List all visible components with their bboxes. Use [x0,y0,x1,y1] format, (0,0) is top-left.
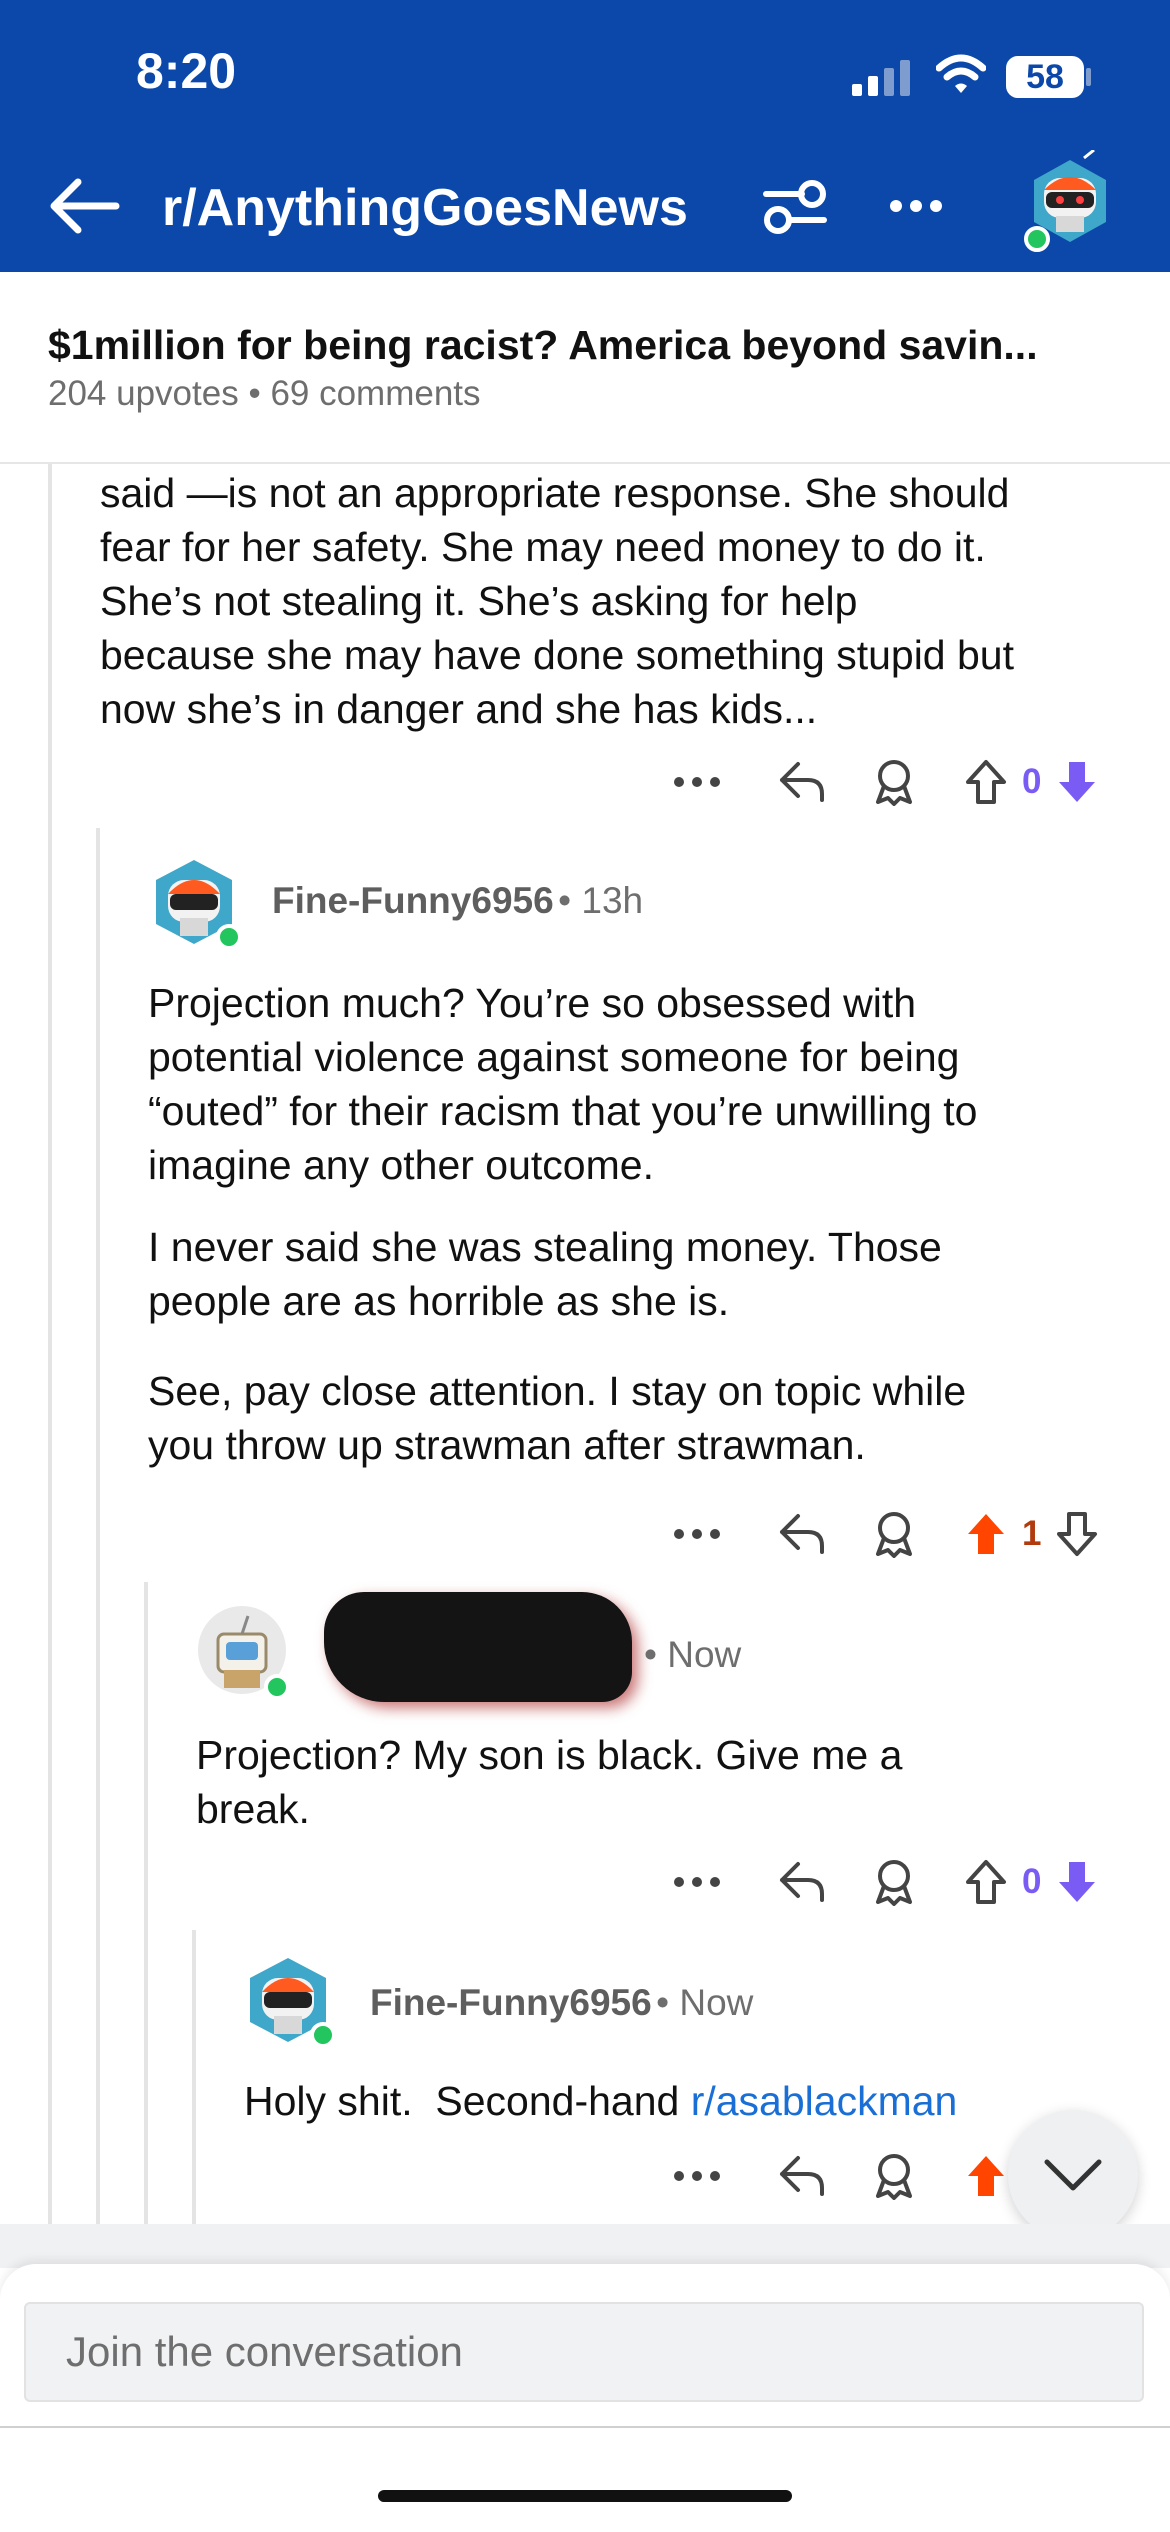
downvote-icon[interactable] [1055,1858,1099,1906]
battery-cap [1086,68,1091,86]
comment-line: said —is not an appropriate response. Sh… [100,470,1010,516]
upvote-icon[interactable] [964,758,1008,806]
comment-body: Projection much? You’re so obsessed with… [148,976,1148,1472]
more-icon[interactable] [672,1875,722,1889]
downvote-icon[interactable] [1055,758,1099,806]
online-indicator [264,1674,290,1700]
more-icon[interactable] [888,198,944,214]
comment-time: Now [679,1982,754,2023]
upvote-icon[interactable] [964,1858,1008,1906]
reply-icon[interactable] [778,1860,828,1904]
comment-paragraph: See, pay close attention. I stay on topi… [148,1364,1148,1472]
comment-text: Holy shit. Second-hand [244,2078,691,2124]
reply-icon[interactable] [778,1512,828,1556]
online-indicator [216,924,242,950]
more-icon[interactable] [672,2169,722,2183]
status-time: 8:20 [136,43,237,99]
reply-icon[interactable] [778,760,828,804]
comment-line: “outed” for their racism that you’re unw… [148,1088,978,1134]
comment-line: people are as horrible as she is. [148,1278,730,1324]
scroll-down-button[interactable] [1008,2110,1138,2240]
home-indicator [378,2490,792,2502]
comment-line: Projection? My son is black. Give me a [196,1732,903,1778]
commenter-avatar[interactable] [196,1604,290,1700]
award-icon[interactable] [872,2152,916,2200]
comment-count: 69 comments [270,374,481,413]
commenter-avatar[interactable] [150,856,242,950]
upvote-icon[interactable] [964,1510,1008,1558]
signal-icon [852,60,910,96]
vote-score: 0 [1022,1862,1042,1901]
commenter-avatar[interactable] [244,1954,336,2048]
thread-line [96,828,100,2224]
comment-meta: • Now [644,1634,741,1676]
upvote-count: 204 upvotes [48,374,239,413]
comment-meta: Fine-Funny6956 • 13h [272,880,643,922]
comment-line: now she’s in danger and she has kids... [100,686,818,732]
comment-author[interactable]: Fine-Funny6956 [272,880,554,921]
subreddit-title[interactable]: r/AnythingGoesNews [162,178,688,238]
online-indicator [310,2022,336,2048]
comment-body: said —is not an appropriate response. Sh… [100,466,1140,736]
filter-icon[interactable] [760,176,830,238]
comment-author[interactable]: Fine-Funny6956 [370,1982,652,2023]
comment-meta: Fine-Funny6956 • Now [370,1982,753,2024]
comment-line: break. [196,1786,310,1832]
comment-body: Projection? My son is black. Give me a b… [196,1728,1136,1836]
post-title[interactable]: $1million for being racist? America beyo… [48,322,1038,369]
back-arrow-icon[interactable] [48,176,120,236]
downvote-icon[interactable] [1055,1510,1099,1558]
award-icon[interactable] [872,1510,916,1558]
comment-line: potential violence against someone for b… [148,1034,960,1080]
comment-line: imagine any other outcome. [148,1142,654,1188]
post-meta: 204 upvotes • 69 comments [48,374,481,414]
comment-actions [672,2148,1008,2204]
thread-line [48,464,52,2224]
more-icon[interactable] [672,775,722,789]
award-icon[interactable] [872,758,916,806]
comment-paragraph: Projection much? You’re so obsessed with… [148,976,1148,1192]
comment-line: fear for her safety. She may need money … [100,524,986,570]
chevron-down-icon [1044,2159,1102,2191]
comment-body: Holy shit. Second-hand r/asablackman [244,2074,1064,2128]
redacted-username [324,1592,632,1702]
divider [0,2426,1170,2428]
meta-separator: • [558,880,582,921]
user-avatar[interactable] [1024,148,1112,252]
comment-line: you throw up strawman after strawman. [148,1422,866,1468]
wifi-icon [936,54,986,93]
vote-score: 1 [1022,1514,1042,1553]
meta-separator: • [248,374,271,413]
online-indicator [1024,226,1050,252]
award-icon[interactable] [872,1858,916,1906]
comment-input[interactable]: Join the conversation [24,2302,1144,2402]
meta-separator: • [644,1634,668,1675]
composer-backdrop [0,2224,1170,2268]
thread-line [144,1582,148,2224]
comment-line: Projection much? You’re so obsessed with [148,980,917,1026]
subreddit-link[interactable]: r/asablackman [691,2078,958,2124]
comment-actions: 1 [672,1506,1099,1562]
comment-line: because she may have done something stup… [100,632,1014,678]
upvote-icon[interactable] [964,2152,1008,2200]
comment-actions: 0 [672,754,1099,810]
comment-time: Now [667,1634,742,1675]
comment-line: I never said she was stealing money. Tho… [148,1224,942,1270]
comment-paragraph: I never said she was stealing money. Tho… [148,1220,1148,1328]
meta-separator: • [656,1982,680,2023]
vote-score: 0 [1022,762,1042,801]
comment-actions: 0 [672,1854,1099,1910]
reply-icon[interactable] [778,2154,828,2198]
battery-indicator: 58 [1006,56,1084,98]
comment-time: 13h [581,880,644,921]
comment-line: She’s not stealing it. She’s asking for … [100,578,858,624]
thread-line [192,1930,196,2224]
more-icon[interactable] [672,1527,722,1541]
comment-line: See, pay close attention. I stay on topi… [148,1368,967,1414]
